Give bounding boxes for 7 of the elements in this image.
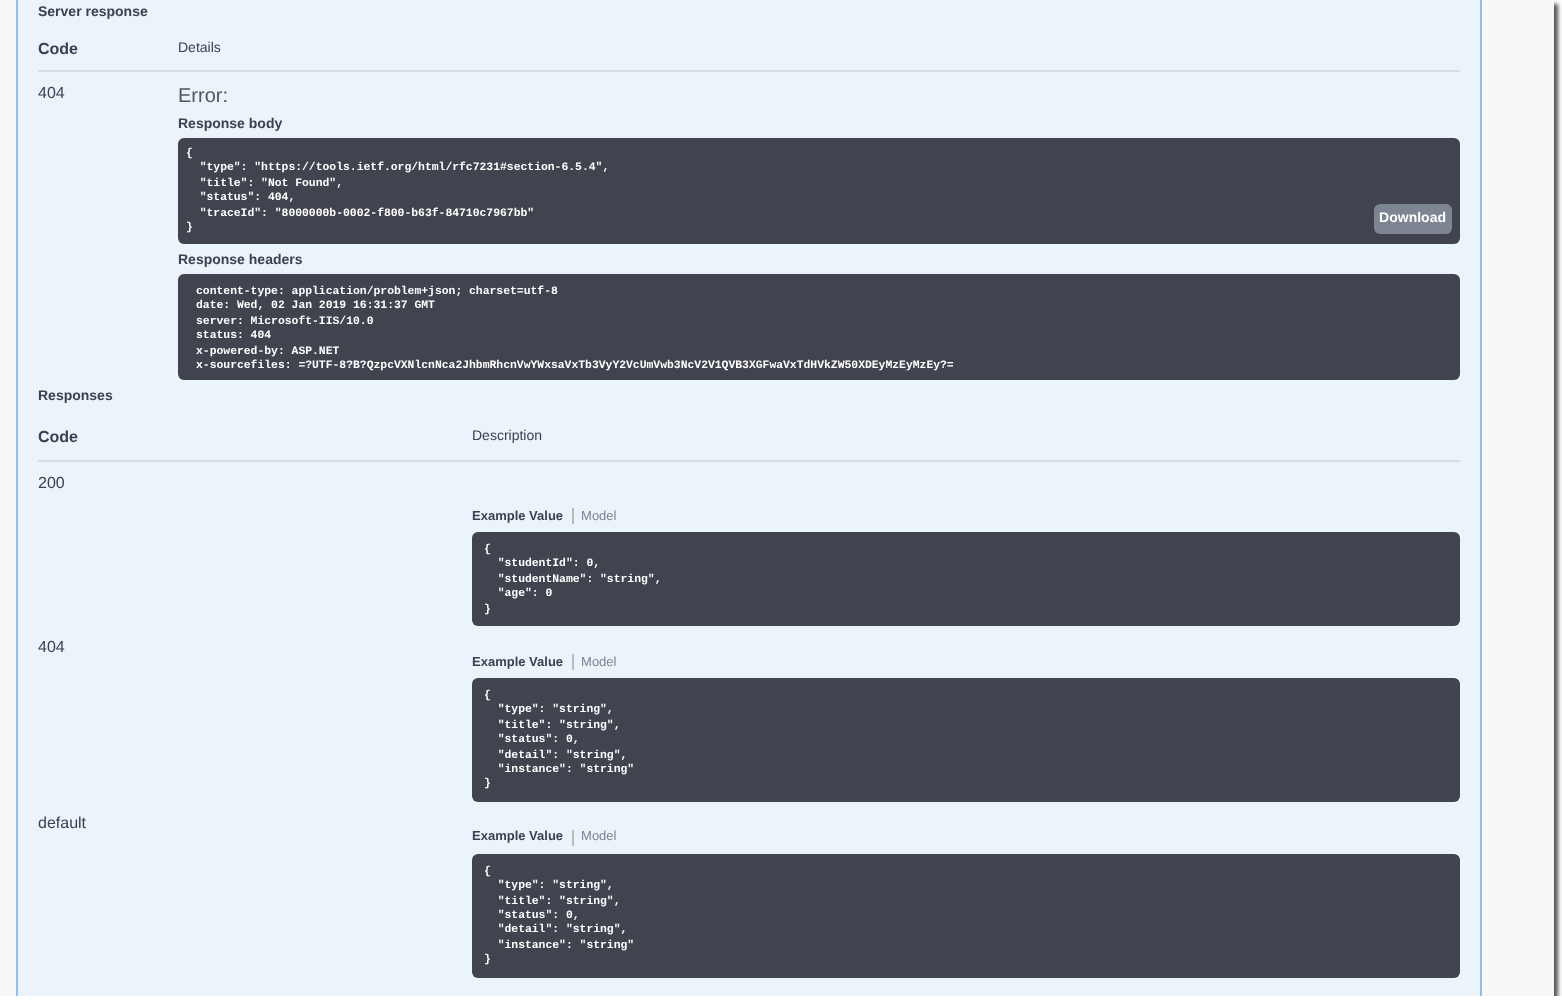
- status-code: 404: [38, 636, 67, 660]
- error-label: Error:: [178, 86, 230, 108]
- status-code: 404: [38, 82, 67, 106]
- status-code: 200: [38, 472, 67, 496]
- status-code: default: [38, 811, 89, 836]
- column-header: Code: [38, 427, 80, 445]
- column-header: Code: [38, 40, 80, 58]
